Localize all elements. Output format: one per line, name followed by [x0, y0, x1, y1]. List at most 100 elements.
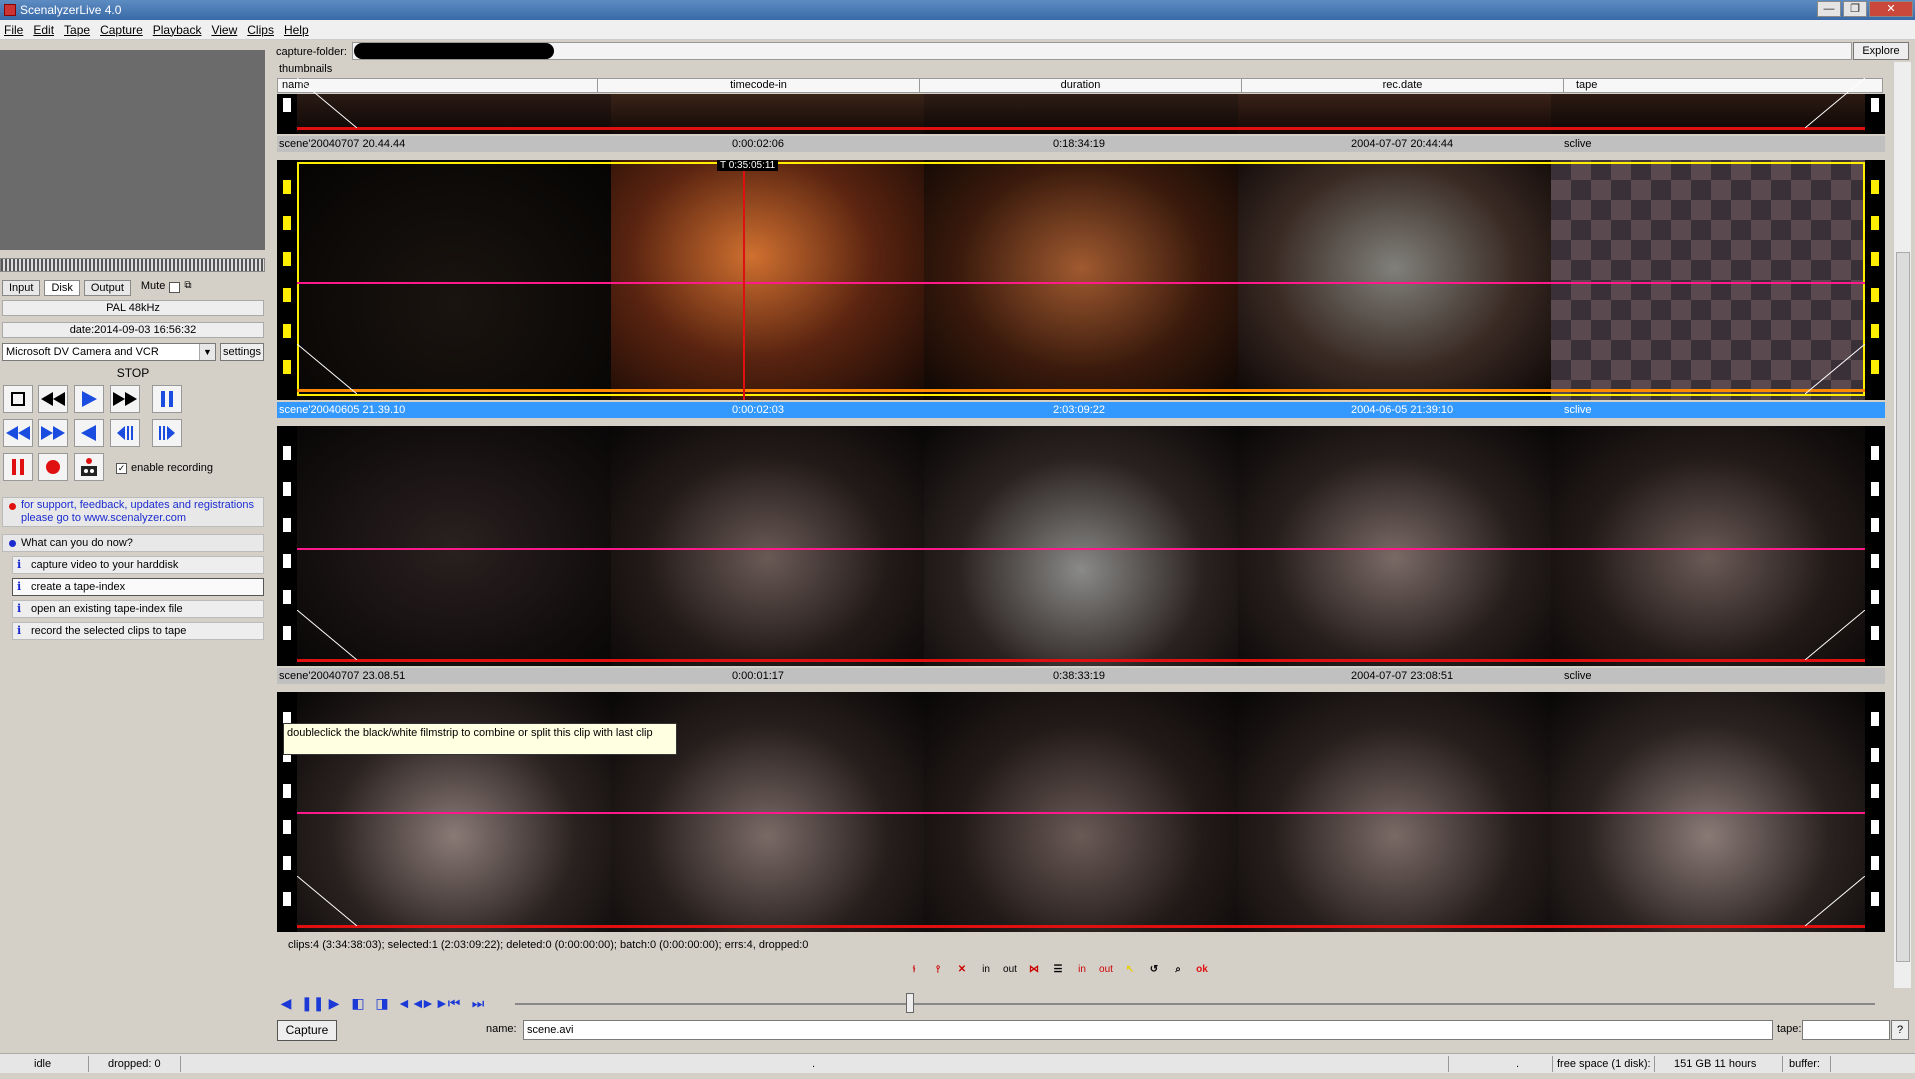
menu-capture[interactable]: Capture: [100, 23, 143, 37]
record-pause-button[interactable]: [3, 453, 33, 481]
date-display: date:2014-09-03 16:56:32: [2, 322, 264, 338]
play-icon: [82, 391, 97, 407]
delete-icon[interactable]: ✕: [952, 961, 972, 979]
clip-info-row[interactable]: scene'20040707 23.08.51 0:00:01:17 0:38:…: [277, 668, 1885, 684]
combine-icon[interactable]: ⫯: [928, 961, 948, 979]
capture-folder-field[interactable]: [352, 42, 1852, 60]
scrollbar-thumb[interactable]: [1896, 252, 1910, 962]
device-select[interactable]: Microsoft DV Camera and VCR ▼: [2, 343, 216, 361]
clip-info-row-selected[interactable]: scene'20040605 21.39.10 0:00:02:03 2:03:…: [277, 402, 1885, 418]
help-button[interactable]: ?: [1891, 1020, 1909, 1040]
menu-view[interactable]: View: [211, 23, 237, 37]
goto-in-button[interactable]: in: [1072, 961, 1092, 979]
position-slider-track[interactable]: [515, 1003, 1875, 1005]
free-space-label: free space (1 disk):: [1557, 1058, 1651, 1070]
menu-edit[interactable]: Edit: [33, 23, 54, 37]
menu-playback[interactable]: Playback: [153, 23, 202, 37]
pause-icon[interactable]: ❚❚: [301, 995, 324, 1011]
playhead[interactable]: [743, 160, 745, 400]
undo-icon[interactable]: ↺: [1144, 961, 1164, 979]
capture-button[interactable]: Capture: [277, 1020, 337, 1041]
tab-output[interactable]: Output: [83, 280, 131, 296]
next-scene-button[interactable]: [38, 419, 68, 447]
menu-tape[interactable]: Tape: [64, 23, 90, 37]
clip-thumbnail-strip[interactable]: [277, 78, 1885, 134]
edit-toolbar: ⫮ ⫯ ✕ in out ⋈ ☰ in out ↖ ↺ ⌕ ok: [904, 961, 1212, 981]
position-slider-knob[interactable]: [906, 993, 914, 1013]
clip-thumbnail-strip[interactable]: [277, 426, 1885, 666]
prev-scene-button[interactable]: [3, 419, 33, 447]
filmstrip-right[interactable]: [1865, 94, 1885, 134]
explore-button[interactable]: Explore: [1853, 42, 1909, 60]
tab-disk[interactable]: Disk: [44, 280, 80, 296]
clip-name: scene'20040707 20.44.44: [279, 138, 406, 150]
split-marker-icon: [297, 344, 357, 394]
column-timecode-in[interactable]: timecode-in: [598, 79, 920, 92]
go-start-icon[interactable]: ⏮: [445, 995, 463, 1011]
column-rec-date[interactable]: rec.date: [1242, 79, 1564, 92]
blue-bullet-icon: [9, 540, 16, 547]
help-record-clips[interactable]: i record the selected clips to tape: [12, 622, 264, 640]
clip-info-row[interactable]: scene'20040707 20.44.44 0:00:02:06 0:18:…: [277, 136, 1885, 152]
filmstrip-right[interactable]: [1865, 692, 1885, 932]
chevron-down-icon[interactable]: ▼: [199, 344, 215, 360]
rewind-button[interactable]: [38, 385, 68, 413]
frame-forward-button[interactable]: [152, 419, 182, 447]
clip-list-scrollbar[interactable]: [1893, 62, 1911, 988]
help-capture-video[interactable]: i capture video to your harddisk: [12, 556, 264, 574]
minimize-button[interactable]: —: [1817, 1, 1841, 17]
help-open-tape-index[interactable]: i open an existing tape-index file: [12, 600, 264, 618]
pointer-icon[interactable]: ↖: [1120, 961, 1140, 979]
mark-in-button[interactable]: in: [976, 961, 996, 979]
clip-list-header: name timecode-in duration rec.date tape: [277, 78, 1883, 93]
clip-name: scene'20040707 23.08.51: [279, 670, 406, 682]
go-end-icon[interactable]: ⏭: [469, 995, 487, 1011]
tab-input[interactable]: Input: [2, 280, 41, 296]
prev-frame-icon[interactable]: ◧: [349, 995, 367, 1011]
split-icon[interactable]: ⫮: [904, 961, 924, 979]
maximize-button[interactable]: ❐: [1843, 1, 1867, 17]
settings-button[interactable]: settings: [220, 343, 264, 361]
search-icon[interactable]: ⌕: [1168, 961, 1188, 979]
menu-help[interactable]: Help: [284, 23, 309, 37]
mute-checkbox[interactable]: [169, 282, 181, 293]
detach-icon[interactable]: ⧉: [184, 280, 191, 296]
support-link[interactable]: for support, feedback, updates and regis…: [2, 497, 264, 527]
play-reverse-icon[interactable]: ◀: [277, 995, 295, 1011]
column-duration[interactable]: duration: [920, 79, 1242, 92]
record-to-tape-button[interactable]: [74, 453, 104, 481]
enable-recording-checkbox[interactable]: ✓: [116, 462, 127, 474]
filmstrip-right[interactable]: [1865, 426, 1885, 666]
name-input[interactable]: scene.avi: [523, 1020, 1773, 1040]
filmstrip-left[interactable]: [277, 94, 297, 134]
clip-tape: sclive: [1564, 404, 1592, 416]
goto-out-button[interactable]: out: [1096, 961, 1116, 979]
frame-forward-icon: [159, 426, 175, 440]
ok-button[interactable]: ok: [1192, 961, 1212, 979]
record-button[interactable]: [38, 453, 68, 481]
stop-button[interactable]: [3, 385, 33, 413]
delete-range-icon[interactable]: ⋈: [1024, 961, 1044, 979]
tape-input[interactable]: [1802, 1020, 1890, 1040]
menu-file[interactable]: File: [4, 23, 23, 37]
reverse-play-button[interactable]: [74, 419, 104, 447]
help-create-tape-index[interactable]: i create a tape-index: [12, 578, 264, 596]
frame-back-button[interactable]: [110, 419, 140, 447]
close-button[interactable]: ✕: [1869, 1, 1913, 17]
filmstrip-left[interactable]: [277, 426, 297, 666]
fast-forward-button[interactable]: [110, 385, 140, 413]
filmstrip-right[interactable]: [1865, 160, 1885, 400]
next-frame-icon[interactable]: ◨: [373, 995, 391, 1011]
pause-button[interactable]: [152, 385, 182, 413]
fast-forward-icon[interactable]: ►►: [421, 995, 449, 1011]
clip-thumbnail-strip-selected[interactable]: T 0:35:05:11: [277, 160, 1885, 400]
mark-out-button[interactable]: out: [1000, 961, 1020, 979]
split-marker-icon: [297, 78, 357, 128]
play-icon[interactable]: ▶: [325, 995, 343, 1011]
batch-icon[interactable]: ☰: [1048, 961, 1068, 979]
rewind-icon[interactable]: ◄◄: [397, 995, 425, 1011]
enable-recording-option[interactable]: ✓ enable recording: [116, 462, 213, 474]
menu-clips[interactable]: Clips: [247, 23, 274, 37]
filmstrip-left[interactable]: [277, 160, 297, 400]
play-button[interactable]: [74, 385, 104, 413]
